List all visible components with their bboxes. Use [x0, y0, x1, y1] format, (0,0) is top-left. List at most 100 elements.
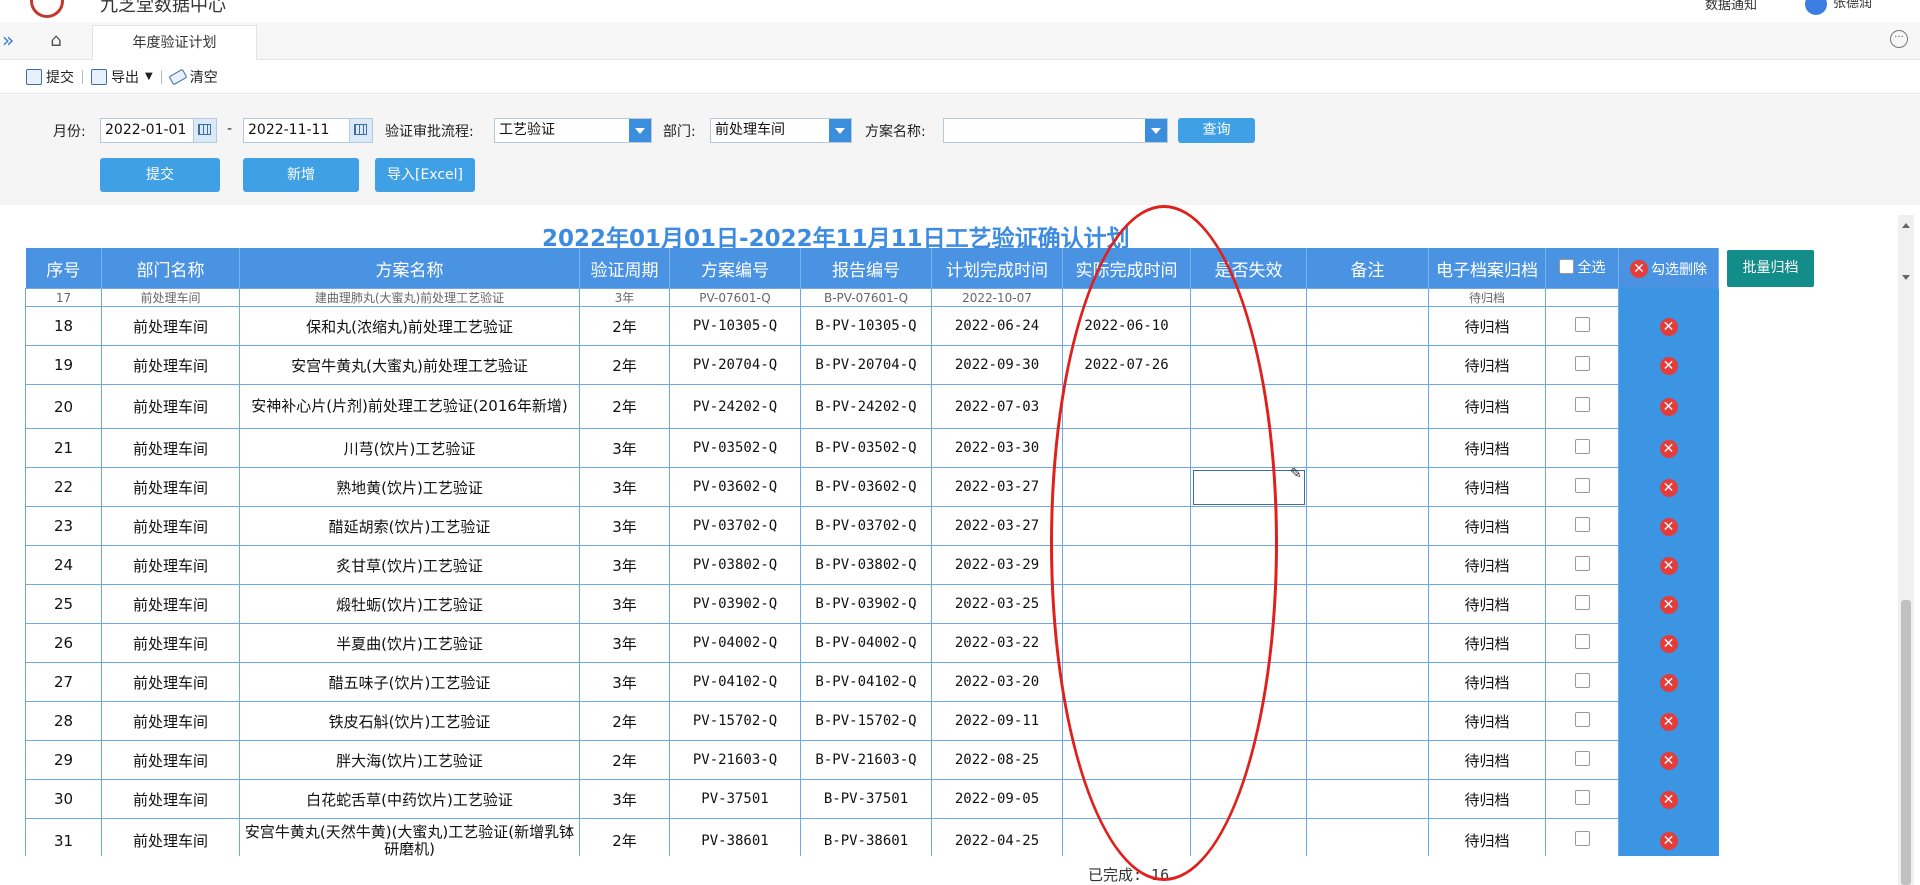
row-checkbox[interactable]	[1574, 355, 1590, 371]
delete-icon[interactable]: ✕	[1659, 439, 1678, 458]
cell-note[interactable]	[1306, 506, 1429, 546]
cell-actual-date[interactable]	[1062, 779, 1191, 819]
scroll-thumb[interactable]	[1901, 600, 1911, 885]
row-checkbox[interactable]	[1574, 555, 1590, 571]
calendar-icon[interactable]	[349, 119, 372, 142]
row-checkbox[interactable]	[1574, 633, 1590, 649]
cell-actual-date[interactable]	[1062, 506, 1191, 546]
row-checkbox[interactable]	[1574, 789, 1590, 805]
dept-select[interactable]: 前处理车间	[710, 118, 852, 143]
cell-invalid[interactable]	[1190, 306, 1307, 346]
cell-invalid[interactable]	[1190, 545, 1307, 585]
cell-note[interactable]	[1306, 545, 1429, 585]
cell-invalid[interactable]	[1190, 818, 1307, 856]
cell-actual-date[interactable]	[1062, 623, 1191, 663]
calendar-icon[interactable]	[193, 119, 216, 142]
user-menu[interactable]: 张德润	[1804, 0, 1872, 15]
delete-icon[interactable]: ✕	[1659, 595, 1678, 614]
cell-note[interactable]	[1306, 384, 1429, 429]
delete-icon[interactable]: ✕	[1659, 790, 1678, 809]
export-toolbar-button[interactable]: 导出 ▼	[91, 67, 153, 87]
delete-icon[interactable]: ✕	[1659, 712, 1678, 731]
delete-icon[interactable]: ✕	[1659, 556, 1678, 575]
scroll-down-arrow[interactable]	[1902, 275, 1910, 280]
clear-toolbar-button[interactable]: 清空	[168, 67, 218, 87]
cell-note[interactable]	[1306, 740, 1429, 780]
scroll-up-arrow[interactable]	[1902, 223, 1910, 228]
row-checkbox[interactable]	[1574, 516, 1590, 532]
cell-actual-date[interactable]	[1062, 384, 1191, 429]
home-icon[interactable]: ⌂	[36, 26, 76, 56]
dropdown-arrow-icon[interactable]	[1145, 119, 1167, 142]
row-checkbox[interactable]	[1574, 750, 1590, 766]
plan-name-select[interactable]	[943, 118, 1168, 143]
batch-archive-button[interactable]: 批量归档	[1727, 250, 1814, 287]
delete-icon[interactable]: ✕	[1659, 634, 1678, 653]
vertical-scrollbar[interactable]	[1898, 215, 1914, 885]
submit-toolbar-button[interactable]: 提交	[26, 67, 74, 87]
cell-note[interactable]	[1306, 306, 1429, 346]
cell-note[interactable]	[1306, 428, 1429, 468]
cell-actual-date[interactable]	[1062, 428, 1191, 468]
flow-select[interactable]: 工艺验证	[494, 118, 652, 143]
cell-delete[interactable]	[1618, 288, 1719, 307]
row-checkbox[interactable]	[1574, 316, 1590, 332]
cell-note[interactable]	[1306, 623, 1429, 663]
delete-icon[interactable]: ✕	[1659, 751, 1678, 770]
cell-note[interactable]	[1306, 467, 1429, 507]
delete-icon[interactable]: ✕	[1659, 398, 1678, 416]
cell-actual-date[interactable]	[1062, 584, 1191, 624]
delete-icon[interactable]: ✕	[1659, 517, 1678, 536]
row-checkbox[interactable]	[1574, 594, 1590, 610]
query-button[interactable]: 查询	[1178, 118, 1255, 143]
dropdown-arrow-icon[interactable]	[629, 119, 651, 142]
cell-note[interactable]	[1306, 288, 1429, 307]
cell-invalid[interactable]	[1190, 428, 1307, 468]
delete-icon[interactable]: ✕	[1659, 673, 1678, 692]
delete-icon[interactable]: ✕	[1659, 478, 1678, 497]
cell-invalid[interactable]	[1190, 740, 1307, 780]
tab-annual-validation-plan[interactable]: 年度验证计划	[92, 25, 257, 60]
cell-invalid[interactable]	[1190, 384, 1307, 429]
add-button[interactable]: 新增	[243, 158, 359, 192]
cell-note[interactable]	[1306, 818, 1429, 856]
more-icon[interactable]: ···	[1890, 30, 1908, 48]
cell-invalid[interactable]	[1190, 584, 1307, 624]
cell-invalid[interactable]	[1190, 662, 1307, 702]
cell-invalid[interactable]	[1190, 345, 1307, 385]
cell-actual-date[interactable]	[1062, 662, 1191, 702]
import-excel-button[interactable]: 导入[Excel]	[375, 158, 475, 192]
date-to-input[interactable]: 2022-11-11	[243, 118, 373, 143]
date-from-input[interactable]: 2022-01-01	[100, 118, 217, 143]
cell-actual-date[interactable]	[1062, 545, 1191, 585]
cell-note[interactable]	[1306, 779, 1429, 819]
row-checkbox[interactable]	[1574, 477, 1590, 493]
cell-invalid[interactable]	[1190, 701, 1307, 741]
cell-note[interactable]	[1306, 584, 1429, 624]
cell-note[interactable]	[1306, 662, 1429, 702]
expand-icon[interactable]: »	[2, 28, 22, 52]
cell-note[interactable]	[1306, 701, 1429, 741]
cell-invalid[interactable]	[1190, 288, 1307, 307]
cell-invalid[interactable]	[1190, 506, 1307, 546]
cell-select[interactable]	[1545, 288, 1619, 307]
row-checkbox[interactable]	[1574, 672, 1590, 688]
cell-actual-date[interactable]: 2022-07-26	[1062, 345, 1191, 385]
cell-actual-date[interactable]	[1062, 740, 1191, 780]
cell-invalid[interactable]	[1190, 779, 1307, 819]
cell-actual-date[interactable]	[1062, 701, 1191, 741]
cell-actual-date[interactable]: 2022-06-10	[1062, 306, 1191, 346]
col-header-delete-checked[interactable]: ✕ 勾选删除	[1618, 248, 1719, 289]
cell-note[interactable]	[1306, 345, 1429, 385]
cell-invalid[interactable]	[1190, 623, 1307, 663]
row-checkbox[interactable]	[1574, 438, 1590, 454]
row-checkbox[interactable]	[1574, 711, 1590, 727]
row-checkbox[interactable]	[1574, 831, 1590, 846]
select-all-checkbox[interactable]	[1558, 259, 1574, 275]
delete-icon[interactable]: ✕	[1659, 317, 1678, 336]
dropdown-arrow-icon[interactable]	[829, 119, 851, 142]
row-checkbox[interactable]	[1574, 397, 1590, 412]
cell-actual-date[interactable]	[1062, 288, 1191, 307]
notification-link[interactable]: 数据通知	[1705, 0, 1757, 13]
delete-icon[interactable]: ✕	[1659, 356, 1678, 375]
